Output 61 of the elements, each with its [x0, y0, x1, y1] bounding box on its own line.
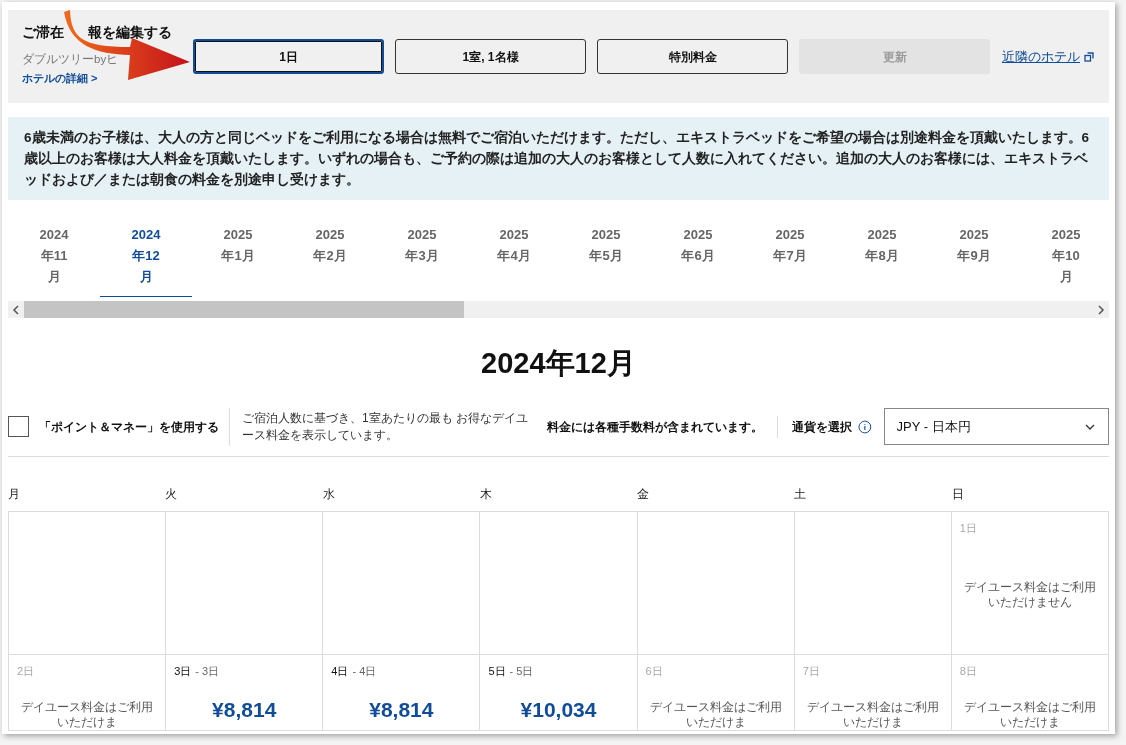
month-tab[interactable]: 2024年11月 [8, 224, 100, 297]
fee-note: 料金には各種手数料が含まれています。 [546, 418, 763, 436]
hotel-details-link[interactable]: ホテルの詳細 > [22, 70, 98, 87]
date-label: 8日 [959, 663, 977, 679]
edit-stay-title: ご滞在 [22, 23, 64, 43]
unavailable-note: デイユース料金はご利用いただけま [805, 699, 940, 730]
weekday-label: 月 [8, 485, 20, 503]
month-tab[interactable]: 2025年5月 [560, 224, 652, 297]
month-heading: 2024年12月 [481, 346, 636, 381]
month-tab[interactable]: 2025年10月 [1020, 224, 1112, 297]
date-label: 6日 [645, 663, 663, 679]
stay-option-field[interactable]: 特別料金 [597, 39, 788, 74]
unavailable-note: デイユース料金はご利用いただけま [648, 699, 783, 730]
hotel-name: ダブルツリーbyヒ [22, 52, 119, 68]
stay-option-field[interactable]: 1日 [193, 39, 384, 74]
weekday-label: 土 [794, 485, 807, 503]
horizontal-scrollbar[interactable] [8, 301, 1109, 318]
end-date-label: - 3日 [195, 663, 220, 679]
date-label: 4日 [331, 663, 349, 679]
scrollbar-thumb[interactable] [24, 301, 464, 318]
month-tab[interactable]: 2025年4月 [468, 224, 560, 297]
calendar-cell[interactable]: 3日 - 3日 ¥8,814 [166, 654, 324, 731]
date-label: 2日 [17, 663, 35, 679]
unavailable-note: デイユース料金はご利用いただけません [962, 579, 1097, 610]
date-label: 3日 [174, 663, 192, 679]
weekday-label: 金 [637, 485, 650, 503]
month-tab[interactable]: 2024年12月 [100, 224, 192, 297]
date-label: 7日 [802, 663, 820, 679]
currency-label: 通貨を選択 [791, 418, 852, 436]
weekday-label: 木 [479, 485, 492, 503]
points-checkbox-label[interactable]: 「ポイント＆マネー」を使用する [39, 417, 219, 436]
end-date-label: - 4日 [352, 663, 377, 679]
calendar-cell[interactable]: 5日 - 5日 ¥10,034 [480, 654, 638, 731]
month-tab[interactable]: 2025年7月 [744, 224, 836, 297]
currency-select[interactable]: JPY - 日本円 [883, 408, 1109, 445]
price-label[interactable]: ¥8,814 [369, 694, 434, 726]
month-tab[interactable]: 2025年8月 [836, 224, 928, 297]
date-label: 5日 [488, 663, 506, 679]
month-tab[interactable]: 2025年2月 [284, 224, 376, 297]
unavailable-note: デイユース料金はご利用いただけま [20, 699, 155, 730]
weekday-label: 火 [165, 485, 178, 503]
date-label: 1日 [959, 520, 977, 536]
price-label[interactable]: ¥10,034 [520, 694, 597, 726]
info-icon[interactable] [857, 419, 872, 434]
stay-option-field[interactable]: 1室, 1名様 [395, 39, 586, 74]
rate-note: ご宿泊人数に基づき、1室あたりの最も お得なデイユース料金を表示しています。 [242, 409, 529, 444]
notice-banner: 6歳未満のお子様は、大人の方と同じベッドをご利用になる場合は無料でご宿泊いただけます。ただし、エキストラベッドをご希望の場合は別途料金を頂戴いたします。6歳以上のお客様は大人料金を頂戴いたします。いずれの場合も、ご予約の際は追加の大人のお客様として人数に入れてください。追加の大人のお客様には、エキストラベッドおよび／または朝食の料金を別途申し受けます。 [8, 117, 1109, 200]
nearby-hotels-link[interactable]: 近隣のホテル [1002, 46, 1080, 67]
edit-stay-title: 報を編集する [88, 23, 172, 43]
month-tab[interactable]: 2025年9月 [928, 224, 1020, 297]
weekday-label: 水 [322, 485, 335, 503]
end-date-label: - 5日 [509, 663, 534, 679]
month-tab[interactable]: 2025年6月 [652, 224, 744, 297]
weekday-label: 日 [951, 485, 964, 503]
points-checkbox[interactable] [8, 416, 29, 437]
month-tab[interactable]: 2025年1月 [192, 224, 284, 297]
external-link-icon [1084, 51, 1094, 62]
month-tab[interactable]: 2025年3月 [376, 224, 468, 297]
price-label[interactable]: ¥8,814 [212, 694, 277, 726]
calendar-cell[interactable]: 4日 - 4日 ¥8,814 [323, 654, 481, 731]
unavailable-note: デイユース料金はご利用いただけま [962, 699, 1097, 730]
